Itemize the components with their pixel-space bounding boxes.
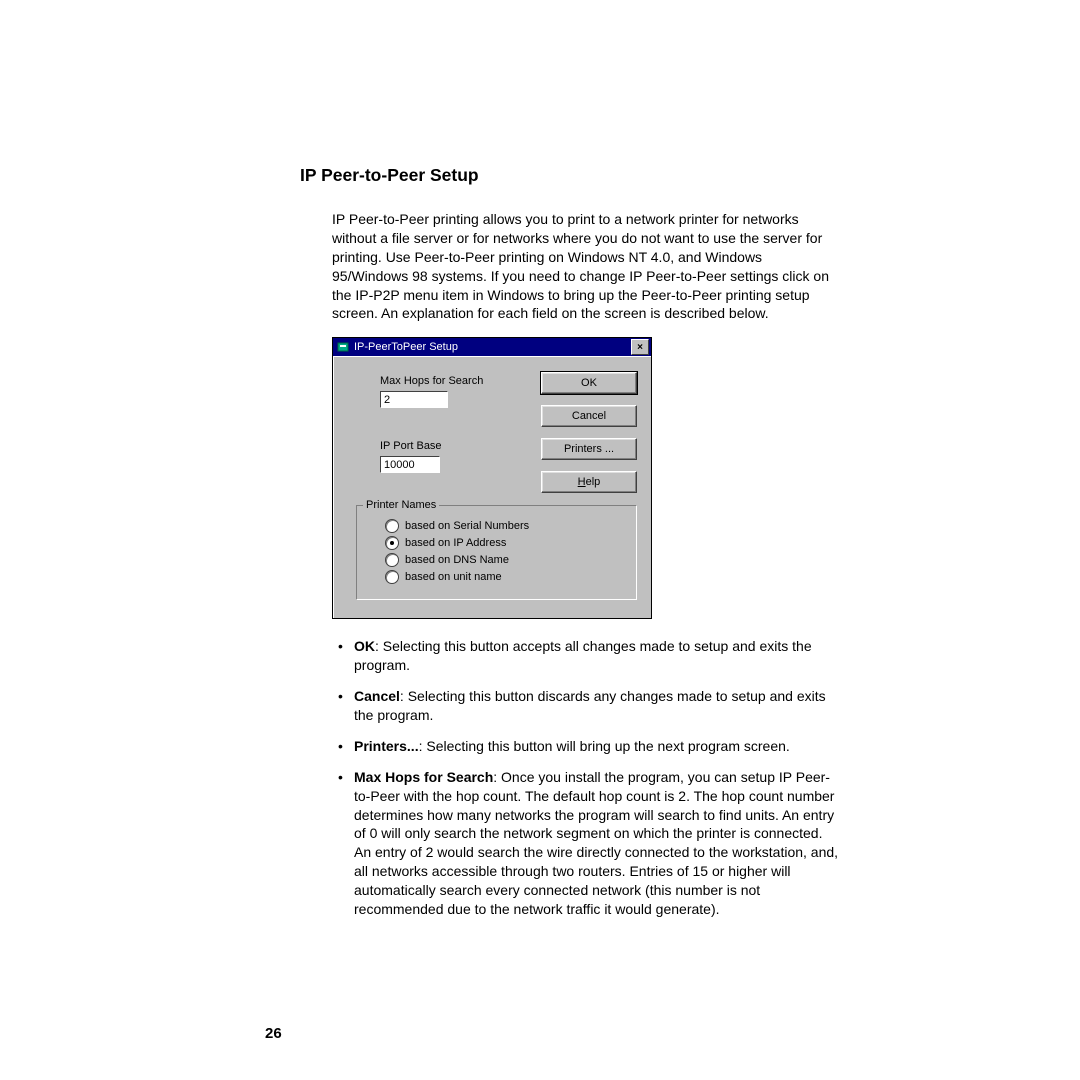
page-number: 26 (265, 1025, 282, 1042)
list-item: Max Hops for Search: Once you install th… (332, 768, 840, 919)
term-max-hops: Max Hops for Search (354, 769, 493, 785)
list-item: Cancel: Selecting this button discards a… (332, 687, 840, 725)
max-hops-input[interactable] (380, 391, 448, 408)
radio-label: based on DNS Name (405, 554, 509, 566)
dialog-client-area: Max Hops for Search IP Port Base OK Canc… (333, 356, 651, 618)
app-icon (336, 340, 350, 354)
radio-icon (385, 570, 399, 584)
intro-paragraph: IP Peer-to-Peer printing allows you to p… (332, 210, 840, 323)
printers-button[interactable]: Printers ... (541, 438, 637, 460)
term-ok: OK (354, 638, 375, 654)
radio-icon (385, 553, 399, 567)
desc-max-hops: : Once you install the program, you can … (354, 769, 838, 917)
list-item: OK: Selecting this button accepts all ch… (332, 637, 840, 675)
desc-cancel: : Selecting this button discards any cha… (354, 688, 826, 723)
cancel-button[interactable]: Cancel (541, 405, 637, 427)
term-printers: Printers... (354, 738, 419, 754)
radio-serial-numbers[interactable]: based on Serial Numbers (385, 519, 626, 533)
radio-label: based on Serial Numbers (405, 520, 529, 532)
radio-dns-name[interactable]: based on DNS Name (385, 553, 626, 567)
printer-names-legend: Printer Names (363, 499, 439, 511)
desc-printers: : Selecting this button will bring up th… (419, 738, 790, 754)
max-hops-label: Max Hops for Search (380, 375, 541, 387)
ip-port-base-input[interactable] (380, 456, 440, 473)
term-cancel: Cancel (354, 688, 400, 704)
printer-names-group: Printer Names based on Serial Numbers ba… (356, 505, 637, 600)
radio-label: based on unit name (405, 571, 502, 583)
radio-icon (385, 519, 399, 533)
help-button[interactable]: Help (541, 471, 637, 493)
radio-label: based on IP Address (405, 537, 506, 549)
section-heading: IP Peer-to-Peer Setup (300, 165, 840, 186)
list-item: Printers...: Selecting this button will … (332, 737, 840, 756)
ip-port-base-label: IP Port Base (380, 440, 541, 452)
ok-button[interactable]: OK (541, 372, 637, 394)
peer-to-peer-dialog: IP-PeerToPeer Setup × Max Hops for Searc… (332, 337, 652, 619)
dialog-titlebar: IP-PeerToPeer Setup × (333, 338, 651, 356)
description-list: OK: Selecting this button accepts all ch… (332, 637, 840, 919)
radio-unit-name[interactable]: based on unit name (385, 570, 626, 584)
desc-ok: : Selecting this button accepts all chan… (354, 638, 812, 673)
radio-ip-address[interactable]: based on IP Address (385, 536, 626, 550)
dialog-title: IP-PeerToPeer Setup (354, 341, 631, 353)
help-post: elp (586, 476, 601, 488)
close-icon[interactable]: × (631, 339, 649, 355)
radio-icon (385, 536, 399, 550)
help-accel: H (578, 476, 586, 488)
